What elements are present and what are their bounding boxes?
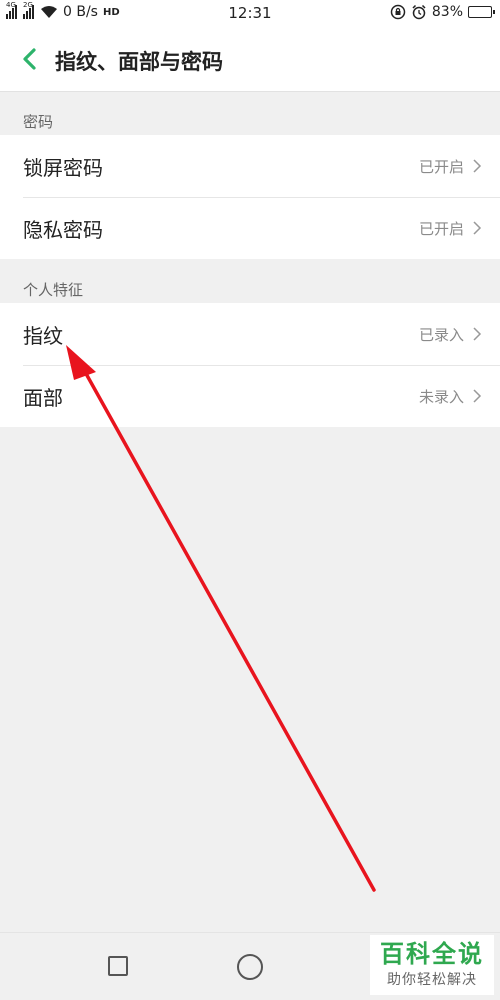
chevron-right-icon <box>473 327 482 341</box>
lock-screen-password-row[interactable]: 锁屏密码 已开启 <box>0 135 500 197</box>
privacy-password-row[interactable]: 隐私密码 已开启 <box>0 197 500 259</box>
face-row[interactable]: 面部 未录入 <box>0 365 500 427</box>
row-label: 隐私密码 <box>23 217 103 242</box>
watermark-logo: 百科全说 助你轻松解决 <box>370 935 494 995</box>
status-right: 83% <box>390 4 495 20</box>
row-status: 已开启 <box>418 219 464 238</box>
section-label-personal-features: 个人特征 <box>23 281 84 299</box>
home-icon[interactable] <box>237 954 263 980</box>
chevron-right-icon <box>473 159 482 173</box>
section-label-password: 密码 <box>23 113 54 131</box>
row-status: 已录入 <box>418 325 464 344</box>
alarm-icon <box>412 4 426 20</box>
battery-percent: 83% <box>431 4 463 20</box>
row-label: 指纹 <box>23 323 63 348</box>
row-status: 已开启 <box>418 157 464 176</box>
header: 指纹、面部与密码 <box>0 26 500 92</box>
rotation-lock-icon <box>390 4 406 20</box>
row-label: 锁屏密码 <box>23 155 103 180</box>
row-label: 面部 <box>23 385 63 410</box>
chevron-right-icon <box>473 221 482 235</box>
personal-features-group: 指纹 已录入 面部 未录入 <box>0 303 500 427</box>
recent-apps-icon[interactable] <box>108 956 128 976</box>
chevron-left-icon[interactable] <box>18 44 42 74</box>
battery-icon <box>468 6 495 18</box>
row-status: 未录入 <box>418 387 464 406</box>
watermark-main-text: 百科全说 <box>380 940 484 968</box>
fingerprint-row[interactable]: 指纹 已录入 <box>0 303 500 365</box>
page-title: 指纹、面部与密码 <box>55 50 223 74</box>
status-bar: 4G 2G 0 B/s HD 12:31 83% <box>0 0 500 26</box>
watermark-sub-text: 助你轻松解决 <box>387 972 477 988</box>
password-group: 锁屏密码 已开启 隐私密码 已开启 <box>0 135 500 259</box>
chevron-right-icon <box>473 389 482 403</box>
